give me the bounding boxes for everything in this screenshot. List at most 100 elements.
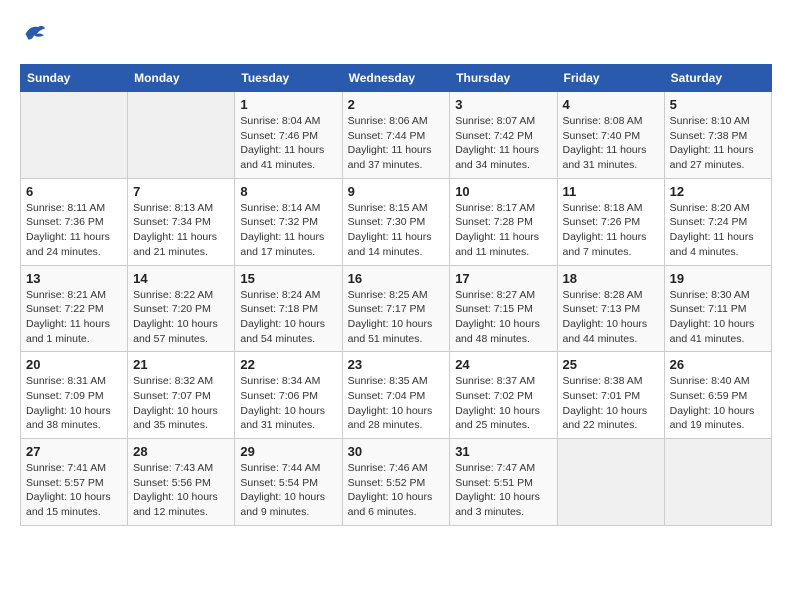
column-header-friday: Friday bbox=[557, 65, 664, 92]
column-header-wednesday: Wednesday bbox=[342, 65, 450, 92]
day-info: Sunrise: 8:30 AM Sunset: 7:11 PM Dayligh… bbox=[670, 288, 766, 347]
calendar-cell: 31 Sunrise: 7:47 AM Sunset: 5:51 PM Dayli… bbox=[450, 439, 557, 526]
calendar-cell: 12 Sunrise: 8:20 AM Sunset: 7:24 PM Dayli… bbox=[664, 178, 771, 265]
day-number: 17 bbox=[455, 271, 551, 286]
calendar-cell: 15Sunrise: 8:24 AM Sunset: 7:18 PM Dayli… bbox=[235, 265, 342, 352]
calendar-week-row: 27Sunrise: 7:41 AM Sunset: 5:57 PM Dayli… bbox=[21, 439, 772, 526]
logo bbox=[20, 20, 54, 48]
day-info: Sunrise: 8:21 AM Sunset: 7:22 PM Dayligh… bbox=[26, 288, 122, 347]
calendar-cell bbox=[128, 92, 235, 179]
day-number: 1 bbox=[240, 97, 336, 112]
column-header-thursday: Thursday bbox=[450, 65, 557, 92]
calendar-cell: 7 Sunrise: 8:13 AM Sunset: 7:34 PM Daylig… bbox=[128, 178, 235, 265]
day-number: 28 bbox=[133, 444, 229, 459]
day-number: 3 bbox=[455, 97, 551, 112]
day-number: 18 bbox=[563, 271, 659, 286]
calendar-cell: 6 Sunrise: 8:11 AM Sunset: 7:36 PM Daylig… bbox=[21, 178, 128, 265]
day-number: 31 bbox=[455, 444, 551, 459]
day-info: Sunrise: 7:46 AM Sunset: 5:52 PM Dayligh… bbox=[348, 461, 445, 520]
day-info: Sunrise: 7:44 AM Sunset: 5:54 PM Dayligh… bbox=[240, 461, 336, 520]
day-info: Sunrise: 8:34 AM Sunset: 7:06 PM Dayligh… bbox=[240, 374, 336, 433]
day-info: Sunrise: 8:35 AM Sunset: 7:04 PM Dayligh… bbox=[348, 374, 445, 433]
calendar-cell: 10 Sunrise: 8:17 AM Sunset: 7:28 PM Dayli… bbox=[450, 178, 557, 265]
day-info: Sunrise: 8:25 AM Sunset: 7:17 PM Dayligh… bbox=[348, 288, 445, 347]
day-info: Sunrise: 8:31 AM Sunset: 7:09 PM Dayligh… bbox=[26, 374, 122, 433]
day-number: 12 bbox=[670, 184, 766, 199]
day-info: Sunrise: 8:04 AM Sunset: 7:46 PM Dayligh… bbox=[240, 114, 336, 173]
day-number: 26 bbox=[670, 357, 766, 372]
calendar-cell: 21 Sunrise: 8:32 AM Sunset: 7:07 PM Dayli… bbox=[128, 352, 235, 439]
calendar-cell: 20 Sunrise: 8:31 AM Sunset: 7:09 PM Dayli… bbox=[21, 352, 128, 439]
calendar-week-row: 20 Sunrise: 8:31 AM Sunset: 7:09 PM Dayli… bbox=[21, 352, 772, 439]
day-info: Sunrise: 8:38 AM Sunset: 7:01 PM Dayligh… bbox=[563, 374, 659, 433]
day-number: 20 bbox=[26, 357, 122, 372]
calendar-cell: 3 Sunrise: 8:07 AM Sunset: 7:42 PM Daylig… bbox=[450, 92, 557, 179]
calendar-cell: 26Sunrise: 8:40 AM Sunset: 6:59 PM Dayli… bbox=[664, 352, 771, 439]
day-number: 25 bbox=[563, 357, 659, 372]
day-number: 23 bbox=[348, 357, 445, 372]
day-info: Sunrise: 8:11 AM Sunset: 7:36 PM Dayligh… bbox=[26, 201, 122, 260]
calendar-week-row: 1 Sunrise: 8:04 AM Sunset: 7:46 PM Daylig… bbox=[21, 92, 772, 179]
day-number: 8 bbox=[240, 184, 336, 199]
day-info: Sunrise: 8:32 AM Sunset: 7:07 PM Dayligh… bbox=[133, 374, 229, 433]
day-info: Sunrise: 8:20 AM Sunset: 7:24 PM Dayligh… bbox=[670, 201, 766, 260]
day-info: Sunrise: 8:22 AM Sunset: 7:20 PM Dayligh… bbox=[133, 288, 229, 347]
column-header-sunday: Sunday bbox=[21, 65, 128, 92]
calendar-cell: 1 Sunrise: 8:04 AM Sunset: 7:46 PM Daylig… bbox=[235, 92, 342, 179]
day-info: Sunrise: 8:27 AM Sunset: 7:15 PM Dayligh… bbox=[455, 288, 551, 347]
calendar-cell: 23 Sunrise: 8:35 AM Sunset: 7:04 PM Dayli… bbox=[342, 352, 450, 439]
calendar-cell: 2Sunrise: 8:06 AM Sunset: 7:44 PM Daylig… bbox=[342, 92, 450, 179]
day-info: Sunrise: 7:47 AM Sunset: 5:51 PM Dayligh… bbox=[455, 461, 551, 520]
day-number: 6 bbox=[26, 184, 122, 199]
day-number: 5 bbox=[670, 97, 766, 112]
day-info: Sunrise: 8:15 AM Sunset: 7:30 PM Dayligh… bbox=[348, 201, 445, 260]
day-number: 19 bbox=[670, 271, 766, 286]
day-info: Sunrise: 7:43 AM Sunset: 5:56 PM Dayligh… bbox=[133, 461, 229, 520]
day-number: 2 bbox=[348, 97, 445, 112]
page-header bbox=[20, 20, 772, 48]
calendar-cell: 13 Sunrise: 8:21 AM Sunset: 7:22 PM Dayli… bbox=[21, 265, 128, 352]
calendar-cell: 24Sunrise: 8:37 AM Sunset: 7:02 PM Dayli… bbox=[450, 352, 557, 439]
day-number: 16 bbox=[348, 271, 445, 286]
calendar-cell: 11Sunrise: 8:18 AM Sunset: 7:26 PM Dayli… bbox=[557, 178, 664, 265]
calendar-cell: 29 Sunrise: 7:44 AM Sunset: 5:54 PM Dayli… bbox=[235, 439, 342, 526]
day-info: Sunrise: 8:17 AM Sunset: 7:28 PM Dayligh… bbox=[455, 201, 551, 260]
day-number: 22 bbox=[240, 357, 336, 372]
calendar-cell: 28 Sunrise: 7:43 AM Sunset: 5:56 PM Dayli… bbox=[128, 439, 235, 526]
calendar-cell bbox=[664, 439, 771, 526]
column-header-monday: Monday bbox=[128, 65, 235, 92]
calendar-cell: 19 Sunrise: 8:30 AM Sunset: 7:11 PM Dayli… bbox=[664, 265, 771, 352]
day-number: 7 bbox=[133, 184, 229, 199]
calendar-cell: 30Sunrise: 7:46 AM Sunset: 5:52 PM Dayli… bbox=[342, 439, 450, 526]
day-info: Sunrise: 7:41 AM Sunset: 5:57 PM Dayligh… bbox=[26, 461, 122, 520]
logo-bird-icon bbox=[20, 20, 48, 48]
calendar-cell: 4Sunrise: 8:08 AM Sunset: 7:40 PM Daylig… bbox=[557, 92, 664, 179]
calendar-cell: 16 Sunrise: 8:25 AM Sunset: 7:17 PM Dayli… bbox=[342, 265, 450, 352]
day-number: 15 bbox=[240, 271, 336, 286]
day-info: Sunrise: 8:28 AM Sunset: 7:13 PM Dayligh… bbox=[563, 288, 659, 347]
calendar-cell: 5 Sunrise: 8:10 AM Sunset: 7:38 PM Daylig… bbox=[664, 92, 771, 179]
calendar-cell: 8 Sunrise: 8:14 AM Sunset: 7:32 PM Daylig… bbox=[235, 178, 342, 265]
calendar-cell: 22 Sunrise: 8:34 AM Sunset: 7:06 PM Dayli… bbox=[235, 352, 342, 439]
day-number: 10 bbox=[455, 184, 551, 199]
day-info: Sunrise: 8:37 AM Sunset: 7:02 PM Dayligh… bbox=[455, 374, 551, 433]
day-number: 9 bbox=[348, 184, 445, 199]
day-info: Sunrise: 8:14 AM Sunset: 7:32 PM Dayligh… bbox=[240, 201, 336, 260]
calendar-cell: 27Sunrise: 7:41 AM Sunset: 5:57 PM Dayli… bbox=[21, 439, 128, 526]
day-info: Sunrise: 8:10 AM Sunset: 7:38 PM Dayligh… bbox=[670, 114, 766, 173]
day-number: 13 bbox=[26, 271, 122, 286]
day-number: 29 bbox=[240, 444, 336, 459]
day-info: Sunrise: 8:07 AM Sunset: 7:42 PM Dayligh… bbox=[455, 114, 551, 173]
day-info: Sunrise: 8:13 AM Sunset: 7:34 PM Dayligh… bbox=[133, 201, 229, 260]
calendar-week-row: 6 Sunrise: 8:11 AM Sunset: 7:36 PM Daylig… bbox=[21, 178, 772, 265]
column-header-saturday: Saturday bbox=[664, 65, 771, 92]
calendar-table: SundayMondayTuesdayWednesdayThursdayFrid… bbox=[20, 64, 772, 526]
calendar-cell: 18 Sunrise: 8:28 AM Sunset: 7:13 PM Dayli… bbox=[557, 265, 664, 352]
calendar-cell: 17 Sunrise: 8:27 AM Sunset: 7:15 PM Dayli… bbox=[450, 265, 557, 352]
day-number: 4 bbox=[563, 97, 659, 112]
day-number: 14 bbox=[133, 271, 229, 286]
calendar-cell bbox=[557, 439, 664, 526]
day-number: 11 bbox=[563, 184, 659, 199]
day-number: 21 bbox=[133, 357, 229, 372]
calendar-cell bbox=[21, 92, 128, 179]
